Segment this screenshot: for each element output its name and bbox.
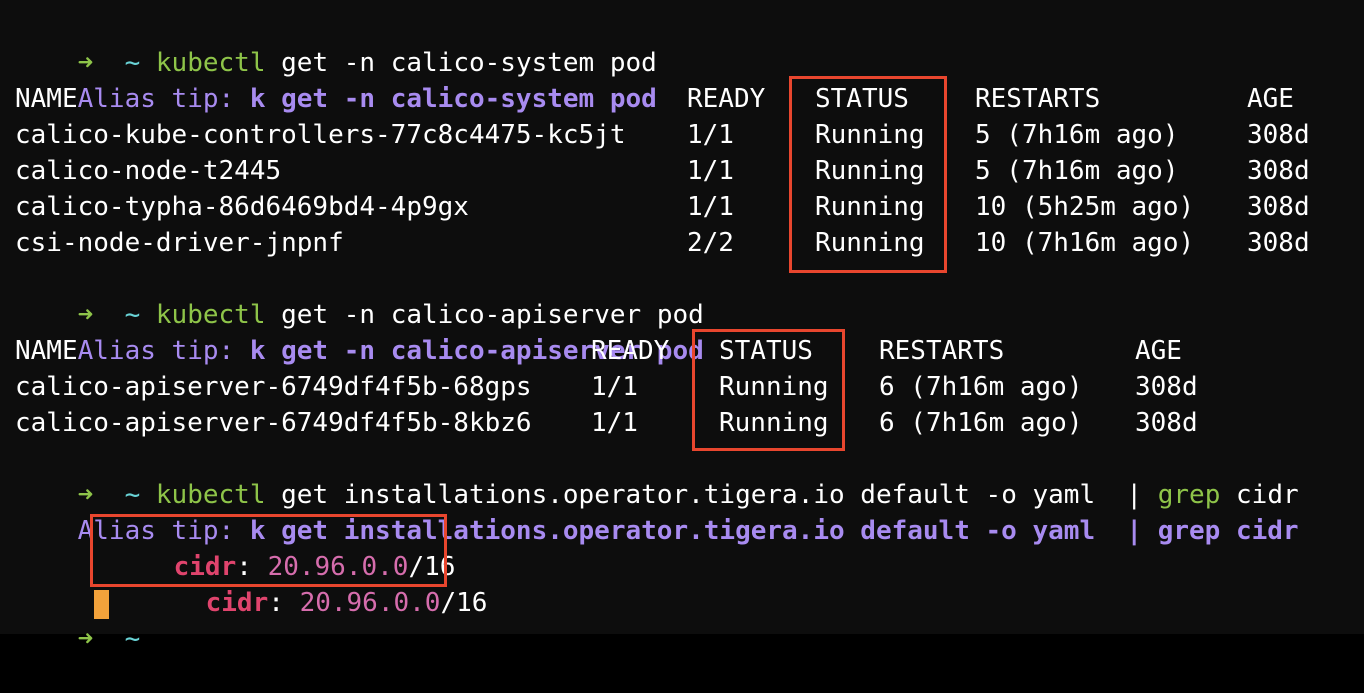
alias-tip-1: Alias tip: k get -n calico-system pod	[15, 45, 657, 114]
pod-restarts: 5 (7h16m ago)	[975, 156, 1179, 186]
header-name: NAME	[15, 336, 78, 366]
header-age: AGE	[1135, 336, 1182, 366]
pod-restarts: 6 (7h16m ago)	[879, 372, 1083, 402]
alias-tip-2: Alias tip: k get -n calico-apiserver pod	[15, 297, 704, 366]
cidr-highlight-box	[90, 514, 447, 587]
pod-age: 308d	[1135, 408, 1198, 438]
pod-restarts: 10 (5h25m ago)	[975, 192, 1195, 222]
pod-restarts: 10 (7h16m ago)	[975, 228, 1195, 258]
pod-age: 308d	[1135, 372, 1198, 402]
alias-command: k get -n calico-system pod	[249, 84, 657, 114]
pod-age: 308d	[1247, 120, 1310, 150]
alias-label: Alias tip:	[77, 336, 250, 366]
pod-ready: 1/1	[591, 408, 638, 438]
alias-label: Alias tip:	[77, 84, 250, 114]
terminal-window[interactable]: ➜ ~ kubectl get -n calico-system pod Ali…	[0, 0, 1364, 654]
status-highlight-box-2	[692, 329, 845, 451]
pod-ready: 1/1	[687, 192, 734, 222]
header-name: NAME	[15, 84, 78, 114]
header-ready: READY	[591, 336, 670, 366]
yaml-suffix: /16	[440, 588, 488, 618]
command-line-2: ➜ ~ kubectl get -n calico-apiserver pod	[15, 261, 704, 330]
header-restarts: RESTARTS	[975, 84, 1101, 114]
pod-ready: 1/1	[687, 156, 734, 186]
yaml-separator: :	[268, 588, 300, 618]
pod-restarts: 6 (7h16m ago)	[879, 408, 1083, 438]
prompt-line[interactable]: ➜ ~	[15, 585, 141, 654]
yaml-value: 20.96.0.0	[299, 588, 441, 618]
pod-age: 308d	[1247, 156, 1310, 186]
pod-name: calico-apiserver-6749df4f5b-68gps	[15, 372, 532, 402]
header-restarts: RESTARTS	[879, 336, 1005, 366]
header-age: AGE	[1247, 84, 1294, 114]
status-highlight-box-1	[789, 76, 947, 273]
pod-ready: 1/1	[687, 120, 734, 150]
yaml-key: cidr	[205, 588, 269, 618]
pod-age: 308d	[1247, 228, 1310, 258]
pod-ready: 1/1	[591, 372, 638, 402]
pod-ready: 2/2	[687, 228, 734, 258]
pod-name: calico-typha-86d6469bd4-4p9gx	[15, 192, 469, 222]
pod-name: calico-apiserver-6749df4f5b-8kbz6	[15, 408, 532, 438]
prompt-dir: ~	[124, 624, 141, 654]
command-line-3: ➜ ~ kubectl get installations.operator.t…	[15, 441, 1299, 510]
alias-tip-3: Alias tip: k get installations.operator.…	[15, 477, 1299, 546]
pod-name: calico-node-t2445	[15, 156, 282, 186]
pod-name: calico-kube-controllers-77c8c4475-kc5jt	[15, 120, 626, 150]
prompt-arrow: ➜	[77, 624, 94, 654]
text-cursor[interactable]	[94, 590, 109, 619]
pod-age: 308d	[1247, 192, 1310, 222]
pod-name: csi-node-driver-jnpnf	[15, 228, 344, 258]
pod-restarts: 5 (7h16m ago)	[975, 120, 1179, 150]
command-line-1: ➜ ~ kubectl get -n calico-system pod	[15, 9, 657, 78]
header-ready: READY	[687, 84, 766, 114]
